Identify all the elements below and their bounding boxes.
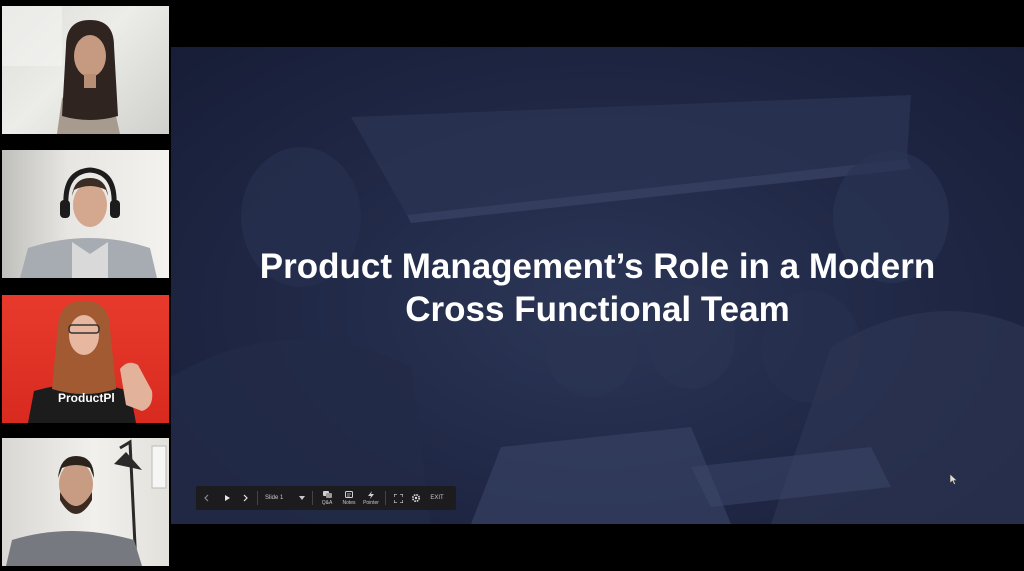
participant-tile-2[interactable] [2,150,169,278]
pointer-button[interactable]: Pointer [360,486,382,510]
laser-pointer-icon [368,490,374,499]
shirt-logo-text: ProductPl [58,391,115,405]
participant-video-1 [2,6,120,134]
toolbar-divider [312,491,313,505]
notes-label: Notes [342,499,356,506]
mouse-cursor-icon [950,474,958,485]
toolbar-divider [257,491,258,505]
participant-video-4 [6,439,167,566]
exit-button[interactable]: EXIT [425,486,449,510]
next-slide-button[interactable] [236,486,254,510]
slide-title-line-1: Product Management’s Role in a Modern [259,247,936,286]
participant-tile-1[interactable] [2,6,169,134]
slide-title: Product Management’s Role in a Modern Cr… [171,245,1024,331]
participant-video-2 [20,167,157,278]
qa-button[interactable]: Q&A [316,486,338,510]
chevron-right-icon [243,494,248,502]
slide-select-dropdown[interactable]: Slide 1 [261,486,309,510]
play-button[interactable] [218,486,236,510]
fullscreen-icon [393,493,403,503]
slide-select-value: Slide 1 [265,495,284,501]
settings-button[interactable] [407,486,425,510]
qa-label: Q&A [321,499,333,506]
chevron-left-icon [204,494,209,502]
notes-icon [345,490,353,498]
pointer-label: Pointer [363,499,379,506]
fullscreen-button[interactable] [389,486,407,510]
chat-bubbles-icon [322,490,332,498]
presentation-slide: Product Management’s Role in a Modern Cr… [171,47,1024,524]
previous-slide-button[interactable] [196,486,218,510]
notes-button[interactable]: Notes [338,486,360,510]
gear-icon [411,493,421,503]
slide-title-line-2: Cross Functional Team [405,290,790,329]
toolbar-divider [385,491,386,505]
caret-down-icon [299,496,305,500]
presenter-toolbar: Slide 1 Q&A Notes Pointer EXIT [196,486,456,510]
participant-tile-4[interactable] [2,438,169,566]
participant-tile-3[interactable]: ProductPl [2,295,169,423]
play-icon [225,495,230,501]
